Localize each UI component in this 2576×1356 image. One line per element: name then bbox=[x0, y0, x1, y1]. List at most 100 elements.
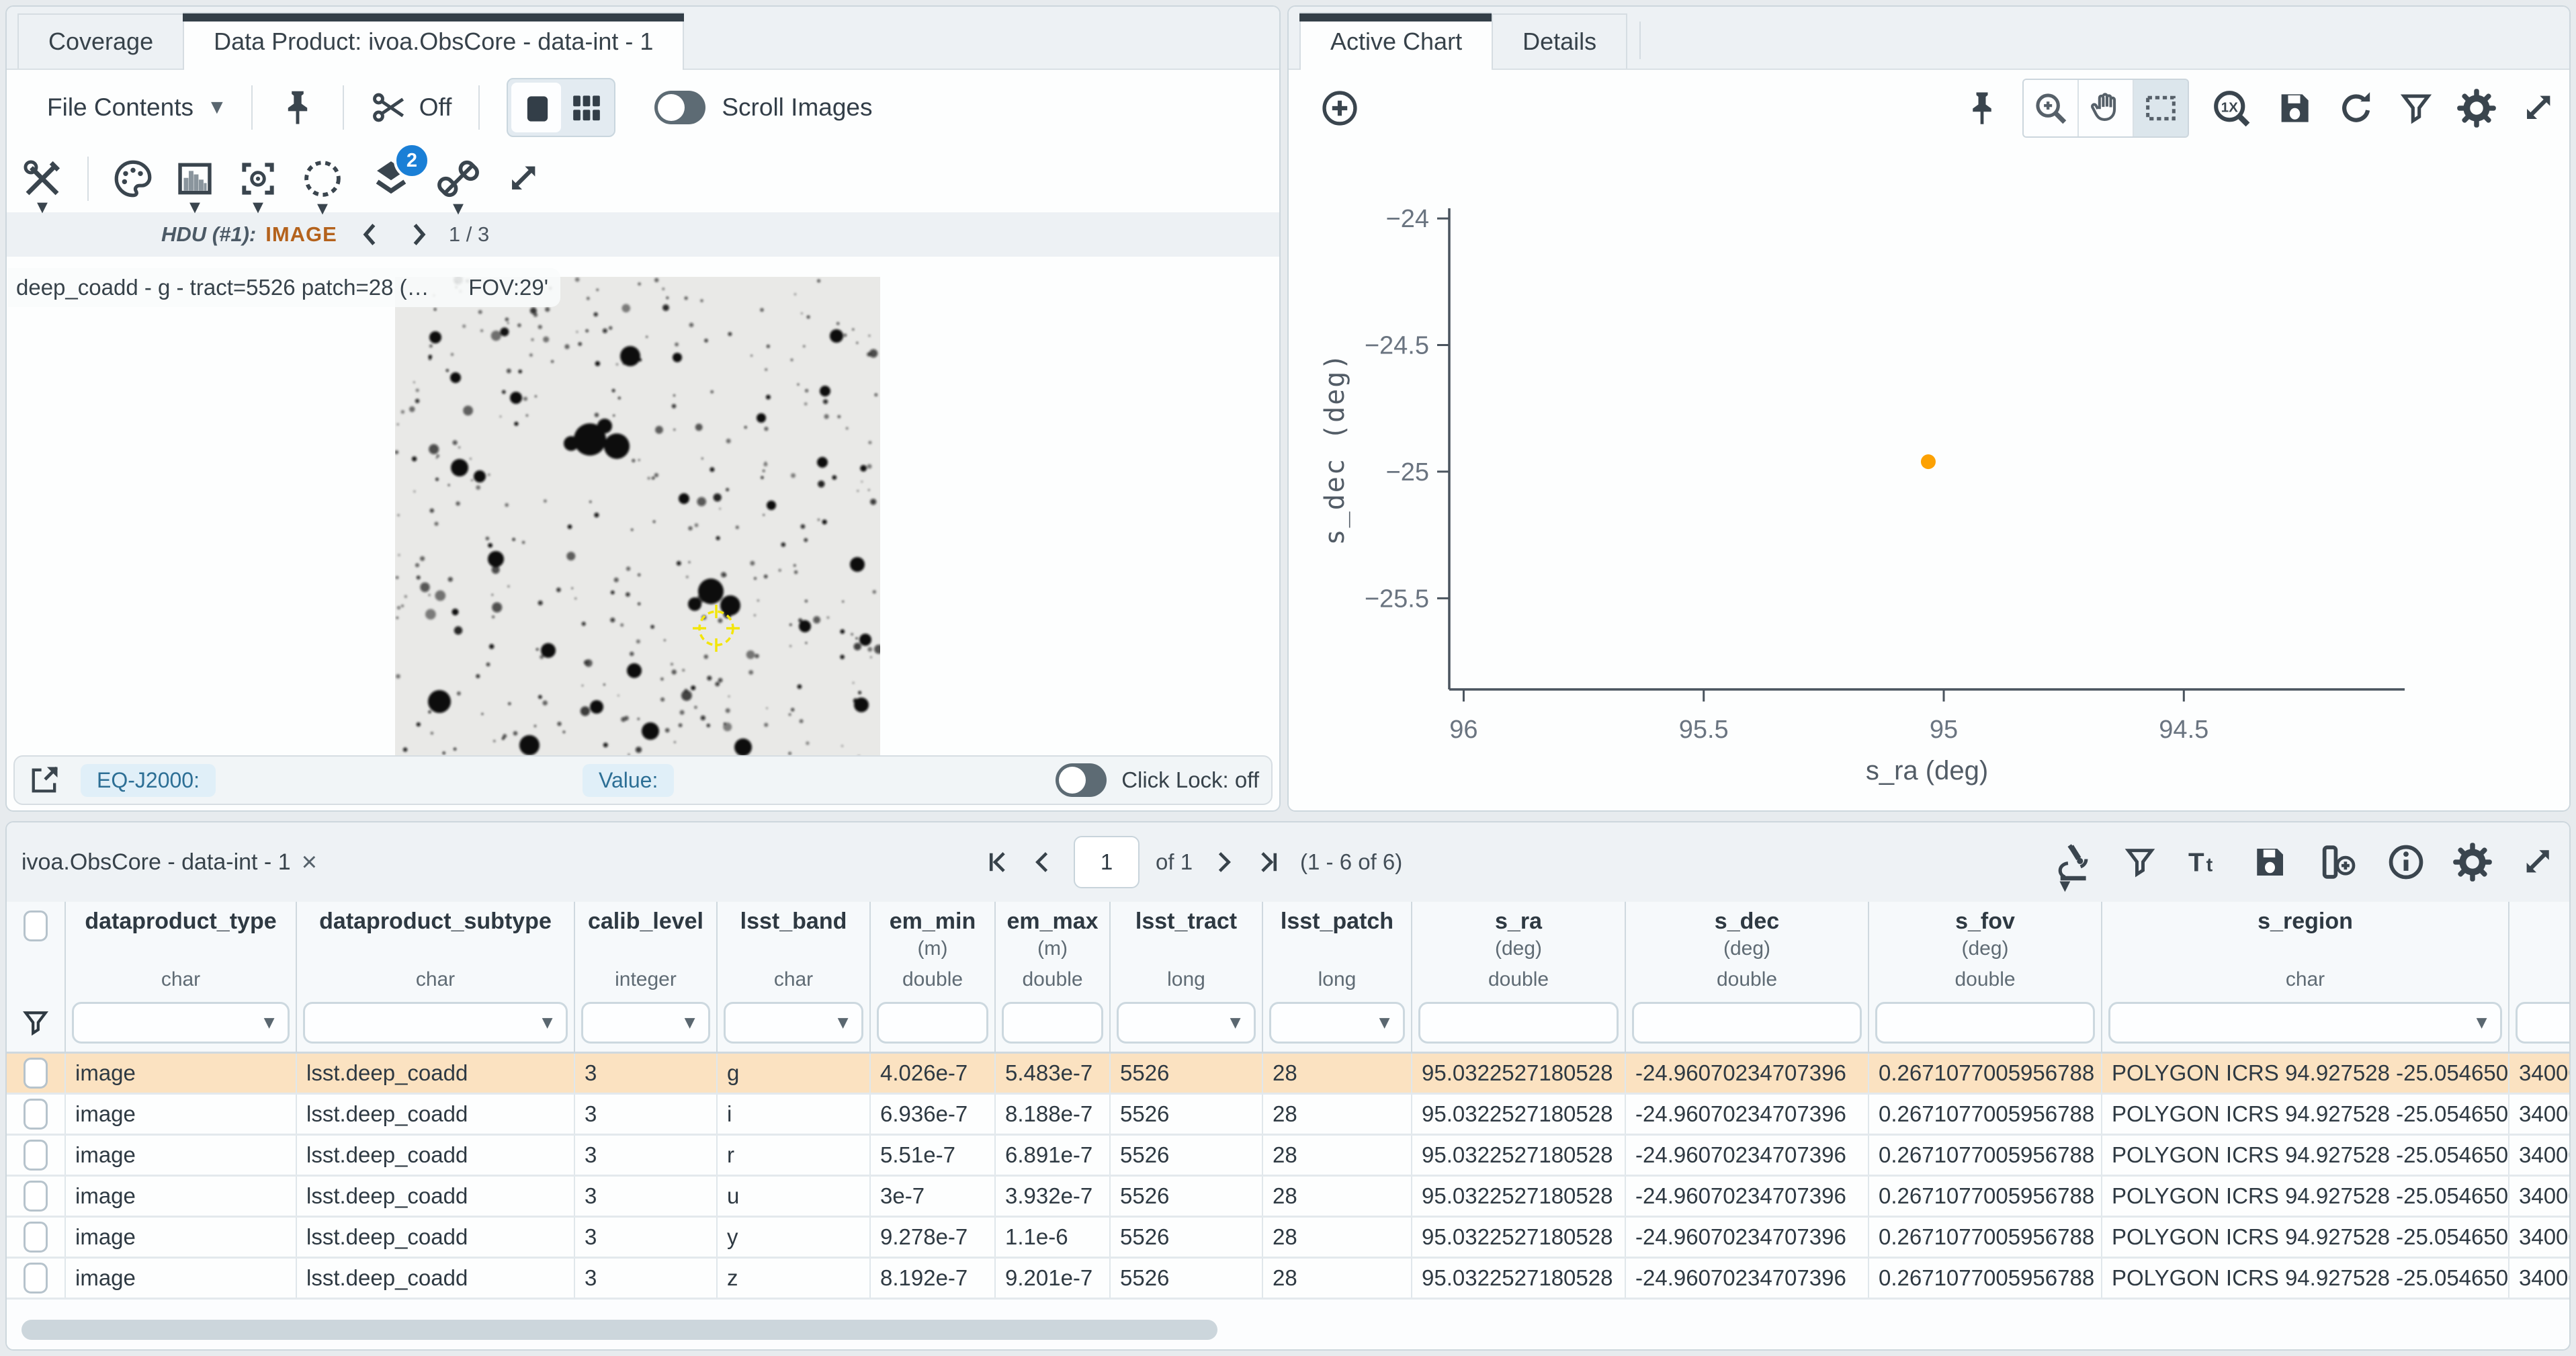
table-cell[interactable]: POLYGON ICRS 94.927528 -25.054650 95. bbox=[2102, 1177, 2509, 1216]
table-cell[interactable]: 0.2671077005956788 bbox=[1869, 1136, 2102, 1175]
tab-data-product[interactable]: Data Product: ivoa.ObsCore - data-int - … bbox=[183, 12, 684, 70]
scroll-images-toggle[interactable] bbox=[654, 91, 705, 124]
coordinate-readout-label[interactable]: EQ-J2000: bbox=[81, 764, 216, 797]
table-cell[interactable]: -24.96070234707396 bbox=[1626, 1136, 1869, 1175]
cutout-scissors-icon[interactable] bbox=[368, 87, 410, 128]
click-lock-toggle[interactable] bbox=[1056, 763, 1107, 797]
table-cell[interactable]: POLYGON ICRS 94.927528 -25.054650 95. bbox=[2102, 1218, 2509, 1257]
column-header-s_ra[interactable]: s_ra(deg)double bbox=[1412, 902, 1626, 994]
table-settings-button[interactable] bbox=[2451, 841, 2494, 884]
table-cell[interactable]: 28 bbox=[1263, 1218, 1412, 1257]
close-icon[interactable]: × bbox=[302, 849, 317, 876]
table-cell[interactable]: 3 bbox=[575, 1259, 718, 1298]
stretch-histogram-button[interactable]: ▼ bbox=[169, 155, 220, 203]
table-cell[interactable]: image bbox=[66, 1259, 297, 1298]
zoom-original-button[interactable]: 1X bbox=[2209, 86, 2253, 130]
filter-input-s_region[interactable]: ▼ bbox=[2108, 1002, 2502, 1044]
recenter-button[interactable]: ▼ bbox=[232, 155, 284, 203]
pin-chart-button[interactable] bbox=[1962, 87, 2002, 129]
filter-input-s_dec[interactable] bbox=[1632, 1002, 1862, 1044]
table-cell[interactable]: 4.026e-7 bbox=[871, 1054, 996, 1093]
unlink-wcs-button[interactable]: ▼ bbox=[431, 153, 485, 204]
table-cell[interactable]: image bbox=[66, 1136, 297, 1175]
filter-input-s_ra[interactable] bbox=[1418, 1002, 1619, 1044]
last-page-button[interactable] bbox=[1254, 847, 1284, 877]
filter-row-funnel[interactable] bbox=[7, 994, 66, 1052]
filter-input-lsst_tract[interactable]: ▼ bbox=[1117, 1002, 1256, 1044]
table-cell[interactable]: -24.96070234707396 bbox=[1626, 1177, 1869, 1216]
table-cell[interactable]: POLYGON ICRS 94.927528 -25.054650 95. bbox=[2102, 1136, 2509, 1175]
table-cell[interactable]: lsst.deep_coadd bbox=[297, 1177, 575, 1216]
filter-input-dataproduct_subtype[interactable]: ▼ bbox=[303, 1002, 568, 1044]
filter-input-calib_level[interactable]: ▼ bbox=[581, 1002, 710, 1044]
table-cell[interactable]: 28 bbox=[1263, 1095, 1412, 1134]
tab-details[interactable]: Details bbox=[1492, 13, 1627, 69]
table-cell[interactable]: 34000 bbox=[2509, 1177, 2569, 1216]
table-row[interactable]: imagelsst.deep_coadd3i6.936e-78.188e-755… bbox=[7, 1095, 2569, 1136]
chevron-down-icon[interactable]: ▼ bbox=[1226, 1014, 1244, 1032]
row-checkbox[interactable] bbox=[24, 1140, 48, 1171]
grid-view-button[interactable] bbox=[561, 83, 611, 132]
table-cell[interactable]: 34000 bbox=[2509, 1259, 2569, 1298]
table-cell[interactable]: 3 bbox=[575, 1218, 718, 1257]
table-cell[interactable]: 8.188e-7 bbox=[996, 1095, 1111, 1134]
table-cell[interactable]: lsst.deep_coadd bbox=[297, 1259, 575, 1298]
save-chart-button[interactable] bbox=[2274, 87, 2315, 129]
add-chart-button[interactable] bbox=[1318, 87, 1361, 130]
table-cell[interactable]: image bbox=[66, 1177, 297, 1216]
table-row[interactable]: imagelsst.deep_coadd3g4.026e-75.483e-755… bbox=[7, 1054, 2569, 1095]
table-cell[interactable]: 5526 bbox=[1111, 1054, 1263, 1093]
table-cell[interactable]: 28 bbox=[1263, 1136, 1412, 1175]
refresh-chart-button[interactable] bbox=[2335, 87, 2377, 129]
table-cell[interactable]: -24.96070234707396 bbox=[1626, 1054, 1869, 1093]
table-cell[interactable]: 3 bbox=[575, 1136, 718, 1175]
filter-input-clipped[interactable] bbox=[2516, 1002, 2569, 1044]
table-cell[interactable]: POLYGON ICRS 94.927528 -25.054650 95. bbox=[2102, 1095, 2509, 1134]
table-cell[interactable]: image bbox=[66, 1095, 297, 1134]
table-cell[interactable]: 1.1e-6 bbox=[996, 1218, 1111, 1257]
text-view-button[interactable]: Tt bbox=[2182, 843, 2225, 882]
table-cell[interactable]: lsst.deep_coadd bbox=[297, 1218, 575, 1257]
pixel-value-label[interactable]: Value: bbox=[583, 764, 674, 797]
select-all-checkbox[interactable] bbox=[24, 910, 48, 941]
table-cell[interactable]: POLYGON ICRS 94.927528 -25.054650 95. bbox=[2102, 1259, 2509, 1298]
color-palette-button[interactable] bbox=[108, 155, 159, 203]
table-tab[interactable]: ivoa.ObsCore - data-int - 1 × bbox=[22, 849, 317, 876]
table-cell[interactable]: 34000 bbox=[2509, 1095, 2569, 1134]
expand-image-button[interactable] bbox=[499, 155, 547, 203]
pin-button[interactable] bbox=[277, 87, 318, 128]
table-cell[interactable]: 0.2671077005956788 bbox=[1869, 1054, 2102, 1093]
column-header-s_fov[interactable]: s_fov(deg)double bbox=[1869, 902, 2102, 994]
tools-button[interactable]: ▼ bbox=[16, 155, 69, 203]
row-checkbox[interactable] bbox=[24, 1181, 48, 1212]
column-header-em_min[interactable]: em_min(m)double bbox=[871, 902, 996, 994]
column-header-lsst_patch[interactable]: lsst_patchlong bbox=[1263, 902, 1412, 994]
column-header-calib_level[interactable]: calib_levelinteger bbox=[575, 902, 718, 994]
table-cell[interactable]: 0.2671077005956788 bbox=[1869, 1259, 2102, 1298]
table-cell[interactable]: 3 bbox=[575, 1095, 718, 1134]
add-column-button[interactable] bbox=[2314, 841, 2361, 883]
table-cell[interactable]: 6.936e-7 bbox=[871, 1095, 996, 1134]
table-cell[interactable]: 9.201e-7 bbox=[996, 1259, 1111, 1298]
chevron-down-icon[interactable]: ▼ bbox=[2473, 1014, 2491, 1032]
zoom-in-mode-button[interactable] bbox=[2024, 80, 2079, 136]
table-cell[interactable]: 0.2671077005956788 bbox=[1869, 1177, 2102, 1216]
chevron-down-icon[interactable]: ▼ bbox=[260, 1014, 278, 1032]
chevron-down-icon[interactable]: ▼ bbox=[1375, 1014, 1393, 1032]
horizontal-scrollbar-thumb[interactable] bbox=[22, 1320, 1217, 1340]
select-region-lasso-button[interactable]: ▼ bbox=[296, 153, 349, 204]
table-cell[interactable]: i bbox=[718, 1095, 871, 1134]
scatter-chart[interactable]: 9695.59594.5−24−24.5−25−25.5s_ra (deg)s_… bbox=[1289, 146, 2569, 810]
filter-input-dataproduct_type[interactable]: ▼ bbox=[72, 1002, 290, 1044]
row-checkbox[interactable] bbox=[24, 1099, 48, 1130]
table-cell[interactable]: y bbox=[718, 1218, 871, 1257]
table-cell[interactable]: POLYGON ICRS 94.927528 -25.054650 95. bbox=[2102, 1054, 2509, 1093]
row-checkbox[interactable] bbox=[24, 1263, 48, 1294]
table-cell[interactable]: g bbox=[718, 1054, 871, 1093]
filter-input-lsst_band[interactable]: ▼ bbox=[724, 1002, 863, 1044]
prev-page-button[interactable] bbox=[1028, 847, 1058, 877]
table-cell[interactable]: 28 bbox=[1263, 1177, 1412, 1216]
table-cell[interactable]: 8.192e-7 bbox=[871, 1259, 996, 1298]
expand-chart-button[interactable] bbox=[2518, 89, 2557, 128]
cutout-state-label[interactable]: Off bbox=[419, 93, 452, 122]
